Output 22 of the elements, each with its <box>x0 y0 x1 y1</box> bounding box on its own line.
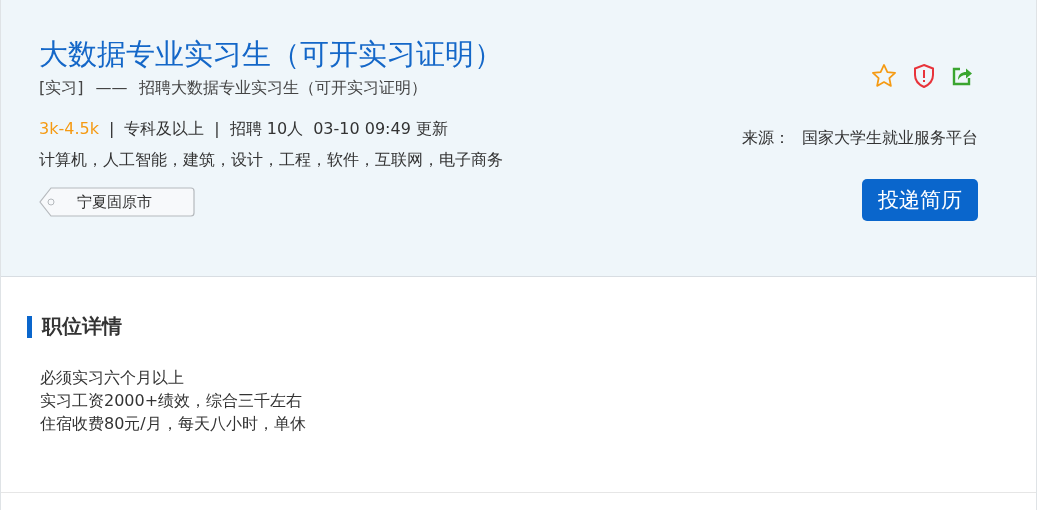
detail-line: 必须实习六个月以上 <box>40 367 185 389</box>
detail-line: 实习工资2000+绩效，综合三千左右 <box>40 390 304 412</box>
separator: | <box>214 119 220 140</box>
headcount: 招聘 10人 <box>229 119 304 140</box>
job-type-label: [实习] <box>39 78 84 99</box>
major-list: 计算机，人工智能，建筑，设计，工程，软件，互联网，电子商务 <box>39 150 503 171</box>
star-icon[interactable] <box>870 62 898 90</box>
source-label: 来源： <box>742 128 790 149</box>
apply-button[interactable]: 投递简历 <box>862 179 978 221</box>
job-title: 大数据专业实习生（可开实习证明） <box>39 36 503 73</box>
section-heading: 职位详情 <box>42 313 122 340</box>
job-subtitle: 招聘大数据专业实习生（可开实习证明） <box>139 78 428 99</box>
update-time: 03-10 09:49 更新 <box>313 119 448 140</box>
education-requirement: 专科及以上 <box>124 119 205 140</box>
separator: | <box>108 119 115 140</box>
shield-alert-icon[interactable] <box>912 63 936 89</box>
detail-line: 住宿收费80元/月，每天八小时，单休 <box>40 413 307 435</box>
source-name: 国家大学生就业服务平台 <box>802 128 978 149</box>
location-tag: 宁夏固原市 <box>39 187 195 217</box>
heading-accent-bar <box>27 315 32 338</box>
dash-separator: —— <box>95 78 128 99</box>
salary-range: 3k-4.5k <box>39 119 99 140</box>
